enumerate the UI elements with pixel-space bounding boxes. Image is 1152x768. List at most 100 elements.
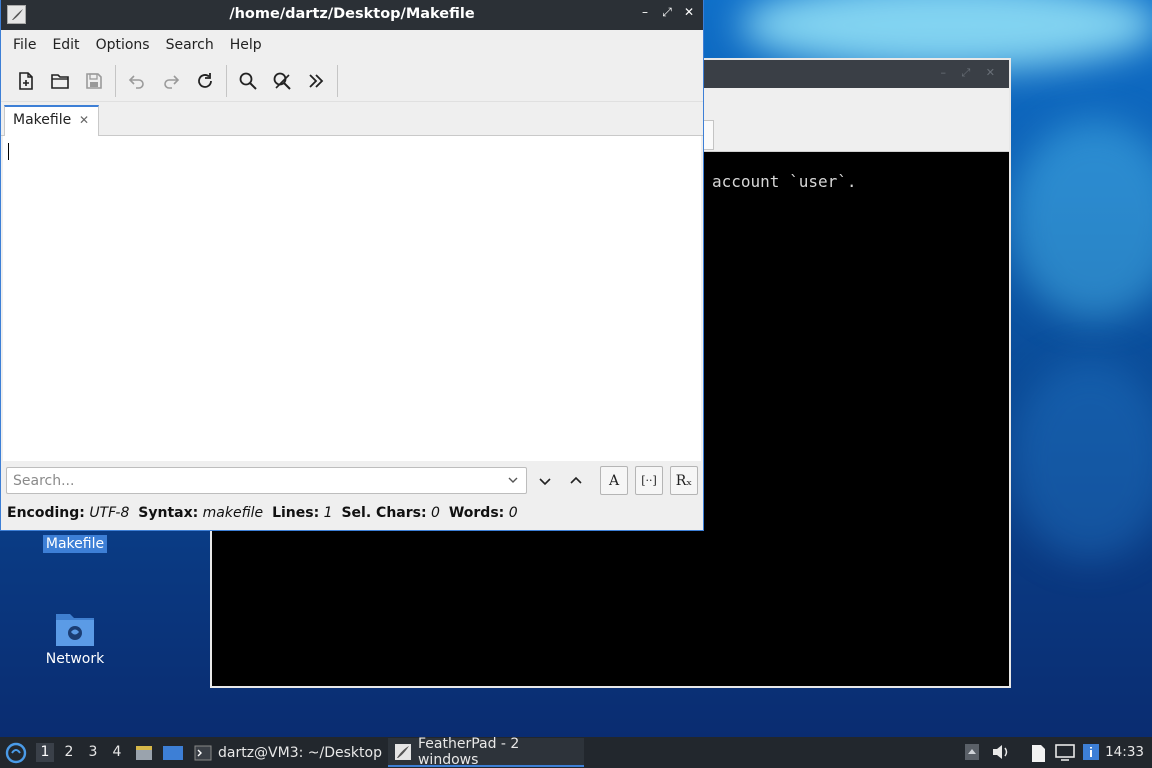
new-file-button[interactable]: [9, 64, 43, 98]
info-icon: [1083, 744, 1099, 760]
search-input[interactable]: [7, 468, 487, 493]
redo-icon: [164, 74, 180, 89]
volume-icon: [993, 745, 1008, 759]
volume-control[interactable]: [991, 743, 1011, 765]
start-menu-button[interactable]: [5, 737, 27, 768]
menu-help[interactable]: Help: [222, 34, 270, 56]
find-previous-button[interactable]: [562, 466, 590, 495]
task-label: FeatherPad - 2 windows: [417, 735, 520, 768]
close-icon[interactable]: ✕: [683, 5, 695, 20]
workspace-1[interactable]: 1: [36, 743, 54, 762]
syntax-label: Syntax:: [138, 505, 199, 521]
find-next-button[interactable]: [531, 466, 559, 495]
tab-makefile[interactable]: Makefile ✕: [4, 105, 99, 137]
menu-edit[interactable]: Edit: [44, 34, 87, 56]
tab-close-icon[interactable]: ✕: [79, 113, 89, 127]
tab-label: Makefile: [13, 112, 72, 128]
minimize-icon[interactable]: –: [639, 5, 651, 20]
find-button[interactable]: [231, 64, 265, 98]
find-replace-button[interactable]: [265, 64, 299, 98]
desktop-icon-label: Makefile: [42, 535, 108, 553]
desktop-icon: [163, 745, 183, 760]
menu-file[interactable]: File: [5, 34, 44, 56]
window-controls: – ⤢ ✕: [639, 5, 695, 20]
regex-button[interactable]: Rₓ: [670, 466, 698, 495]
file-manager-icon: [136, 745, 152, 760]
show-desktop-button[interactable]: [162, 737, 184, 768]
network-monitor-icon: [1055, 744, 1075, 761]
terminal-window-buttons[interactable]: – ⤢ ✕: [940, 66, 1001, 80]
lxqt-menu-icon: [5, 742, 27, 763]
words-label: Words:: [448, 505, 505, 521]
file-manager-launcher[interactable]: [134, 737, 154, 768]
tray-expand-button[interactable]: [964, 743, 980, 765]
text-editor[interactable]: [3, 136, 701, 461]
sel-chars-value: 0: [431, 505, 440, 521]
search-icon: [239, 72, 257, 90]
encoding-label: Encoding:: [7, 505, 85, 521]
find-replace-icon: [273, 72, 291, 90]
clock[interactable]: 14:33: [1105, 744, 1144, 760]
clipboard-icon: [1032, 745, 1045, 762]
task-terminal[interactable]: dartz@VM3: ~/Desktop: [188, 738, 384, 767]
desktop-icon-network[interactable]: Network: [25, 608, 125, 668]
featherpad-titlebar[interactable]: /home/dartz/Desktop/Makefile – ⤢ ✕: [1, 0, 703, 30]
status-bar: Encoding: UTF-8 Syntax: makefile Lines: …: [7, 505, 518, 521]
match-case-icon: A: [608, 472, 620, 489]
more-tools-button[interactable]: [299, 64, 333, 98]
toolbar-separator: [337, 64, 338, 97]
text-caret: [8, 143, 9, 160]
open-file-button[interactable]: [43, 64, 77, 98]
desktop-icon-label: Network: [45, 651, 105, 667]
workspace-3[interactable]: 3: [84, 743, 102, 762]
syntax-value: makefile: [202, 505, 264, 521]
menu-options[interactable]: Options: [88, 34, 158, 56]
updates-tray[interactable]: [1082, 743, 1100, 765]
reload-icon: [198, 72, 212, 88]
terminal-text: account `user`.: [712, 172, 857, 191]
chevron-up-icon: [570, 476, 582, 484]
wallpaper-highlight: [1010, 120, 1152, 320]
lines-label: Lines:: [272, 505, 320, 521]
chevron-down-icon[interactable]: [506, 473, 520, 487]
save-icon: [86, 72, 102, 89]
taskbar: 1 2 3 4 dartz@VM3: ~/Desktop FeatherPad …: [0, 735, 1152, 768]
reload-button[interactable]: [188, 64, 222, 98]
match-case-button[interactable]: A: [600, 466, 628, 495]
network-tray[interactable]: [1055, 743, 1075, 765]
task-featherpad[interactable]: FeatherPad - 2 windows: [388, 735, 584, 768]
task-label: dartz@VM3: ~/Desktop: [218, 744, 382, 761]
network-folder-icon: [25, 608, 125, 650]
workspace-2[interactable]: 2: [60, 743, 78, 762]
whole-word-button[interactable]: [··]: [635, 466, 663, 495]
menubar: File Edit Options Search Help: [1, 30, 703, 60]
lines-value: 1: [323, 505, 333, 521]
save-button[interactable]: [77, 64, 111, 98]
triangle-up-icon: [965, 744, 979, 760]
toolbar: [1, 60, 703, 102]
toolbar-separator: [115, 64, 116, 97]
tab-bar: Makefile ✕: [1, 102, 703, 137]
regex-icon: Rₓ: [675, 472, 693, 489]
desktop-icon-makefile[interactable]: Makefile: [25, 535, 125, 553]
featherpad-icon: [394, 743, 411, 760]
undo-button[interactable]: [120, 64, 154, 98]
toolbar-separator: [226, 64, 227, 97]
search-bar[interactable]: [6, 467, 527, 494]
words-value: 0: [508, 505, 518, 521]
terminal-icon: [194, 745, 212, 760]
double-chevron-right-icon: [309, 73, 324, 88]
sel-chars-label: Sel. Chars:: [341, 505, 427, 521]
featherpad-window[interactable]: /home/dartz/Desktop/Makefile – ⤢ ✕ File …: [0, 0, 704, 531]
window-title: /home/dartz/Desktop/Makefile: [229, 6, 475, 22]
workspace-4[interactable]: 4: [108, 743, 126, 762]
clipboard-tray[interactable]: [1029, 743, 1047, 767]
wallpaper-highlight: [1010, 360, 1152, 560]
new-file-icon: [19, 71, 33, 90]
redo-button[interactable]: [154, 64, 188, 98]
menu-search[interactable]: Search: [158, 34, 222, 56]
chevron-down-icon: [539, 477, 551, 485]
whole-word-icon: [··]: [641, 474, 657, 487]
maximize-icon[interactable]: ⤢: [661, 5, 673, 20]
encoding-value: UTF-8: [89, 505, 130, 521]
